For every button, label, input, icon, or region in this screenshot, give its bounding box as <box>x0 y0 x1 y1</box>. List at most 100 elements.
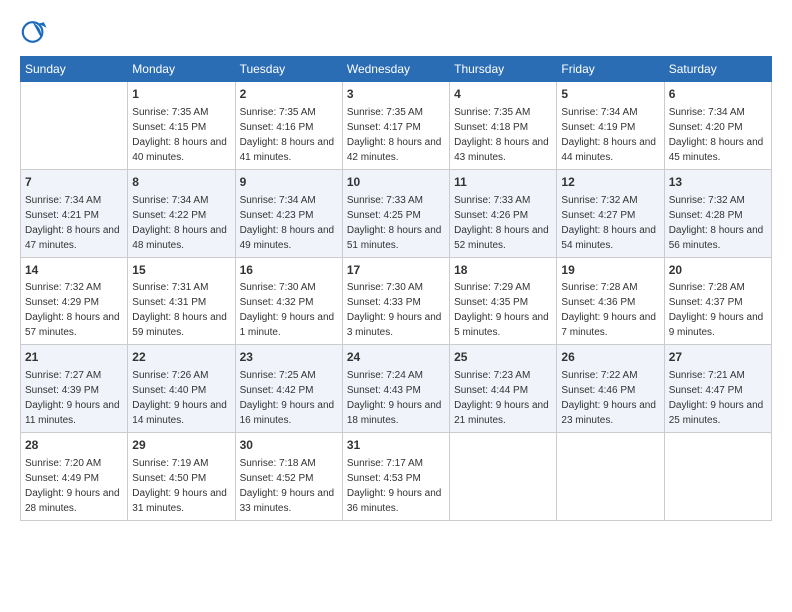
weekday-row: SundayMondayTuesdayWednesdayThursdayFrid… <box>21 57 772 82</box>
cell-sunset: Sunset: 4:29 PM <box>25 297 99 308</box>
calendar-cell: 23Sunrise: 7:25 AMSunset: 4:42 PMDayligh… <box>235 345 342 433</box>
cell-daylight: Daylight: 9 hours and 18 minutes. <box>347 400 442 426</box>
day-number: 5 <box>561 86 659 103</box>
day-number: 28 <box>25 437 123 454</box>
cell-daylight: Daylight: 8 hours and 59 minutes. <box>132 312 227 338</box>
cell-sunrise: Sunrise: 7:32 AM <box>561 195 637 206</box>
cell-daylight: Daylight: 9 hours and 16 minutes. <box>240 400 335 426</box>
cell-sunrise: Sunrise: 7:32 AM <box>25 282 101 293</box>
cell-sunset: Sunset: 4:27 PM <box>561 210 635 221</box>
day-number: 27 <box>669 349 767 366</box>
cell-sunset: Sunset: 4:21 PM <box>25 210 99 221</box>
calendar-cell <box>557 433 664 521</box>
cell-daylight: Daylight: 8 hours and 47 minutes. <box>25 225 120 251</box>
calendar-cell <box>21 82 128 170</box>
calendar-cell: 1Sunrise: 7:35 AMSunset: 4:15 PMDaylight… <box>128 82 235 170</box>
day-number: 21 <box>25 349 123 366</box>
calendar-cell: 6Sunrise: 7:34 AMSunset: 4:20 PMDaylight… <box>664 82 771 170</box>
cell-sunrise: Sunrise: 7:30 AM <box>347 282 423 293</box>
calendar-cell: 7Sunrise: 7:34 AMSunset: 4:21 PMDaylight… <box>21 169 128 257</box>
cell-daylight: Daylight: 8 hours and 56 minutes. <box>669 225 764 251</box>
cell-sunrise: Sunrise: 7:35 AM <box>132 107 208 118</box>
cell-sunrise: Sunrise: 7:28 AM <box>561 282 637 293</box>
cell-sunrise: Sunrise: 7:35 AM <box>347 107 423 118</box>
cell-sunset: Sunset: 4:42 PM <box>240 385 314 396</box>
cell-sunset: Sunset: 4:32 PM <box>240 297 314 308</box>
day-number: 4 <box>454 86 552 103</box>
cell-sunrise: Sunrise: 7:26 AM <box>132 370 208 381</box>
cell-daylight: Daylight: 9 hours and 36 minutes. <box>347 488 442 514</box>
cell-daylight: Daylight: 9 hours and 5 minutes. <box>454 312 549 338</box>
cell-daylight: Daylight: 9 hours and 7 minutes. <box>561 312 656 338</box>
cell-daylight: Daylight: 8 hours and 43 minutes. <box>454 137 549 163</box>
cell-sunrise: Sunrise: 7:28 AM <box>669 282 745 293</box>
page: SundayMondayTuesdayWednesdayThursdayFrid… <box>0 0 792 612</box>
cell-sunset: Sunset: 4:15 PM <box>132 122 206 133</box>
calendar-cell: 14Sunrise: 7:32 AMSunset: 4:29 PMDayligh… <box>21 257 128 345</box>
weekday-header: Friday <box>557 57 664 82</box>
cell-sunrise: Sunrise: 7:17 AM <box>347 458 423 469</box>
cell-sunset: Sunset: 4:23 PM <box>240 210 314 221</box>
calendar-cell: 10Sunrise: 7:33 AMSunset: 4:25 PMDayligh… <box>342 169 449 257</box>
day-number: 22 <box>132 349 230 366</box>
cell-sunrise: Sunrise: 7:21 AM <box>669 370 745 381</box>
weekday-header: Tuesday <box>235 57 342 82</box>
cell-sunrise: Sunrise: 7:23 AM <box>454 370 530 381</box>
cell-sunset: Sunset: 4:31 PM <box>132 297 206 308</box>
day-number: 23 <box>240 349 338 366</box>
cell-sunrise: Sunrise: 7:34 AM <box>669 107 745 118</box>
weekday-header: Thursday <box>450 57 557 82</box>
calendar-cell <box>450 433 557 521</box>
cell-daylight: Daylight: 8 hours and 54 minutes. <box>561 225 656 251</box>
day-number: 29 <box>132 437 230 454</box>
cell-sunset: Sunset: 4:52 PM <box>240 473 314 484</box>
cell-daylight: Daylight: 9 hours and 14 minutes. <box>132 400 227 426</box>
cell-sunrise: Sunrise: 7:34 AM <box>25 195 101 206</box>
cell-sunset: Sunset: 4:26 PM <box>454 210 528 221</box>
cell-sunset: Sunset: 4:46 PM <box>561 385 635 396</box>
cell-daylight: Daylight: 8 hours and 42 minutes. <box>347 137 442 163</box>
cell-sunrise: Sunrise: 7:35 AM <box>240 107 316 118</box>
cell-daylight: Daylight: 8 hours and 52 minutes. <box>454 225 549 251</box>
calendar-week-row: 14 Sunrise: 7:32 AM Sunset: 4:29 PM Dayligh… <box>21 257 772 345</box>
calendar-cell: 17Sunrise: 7:30 AMSunset: 4:33 PMDayligh… <box>342 257 449 345</box>
day-number: 19 <box>561 262 659 279</box>
day-number: 31 <box>347 437 445 454</box>
cell-sunrise: Sunrise: 7:34 AM <box>240 195 316 206</box>
cell-daylight: Daylight: 8 hours and 44 minutes. <box>561 137 656 163</box>
cell-daylight: Daylight: 9 hours and 28 minutes. <box>25 488 120 514</box>
header <box>20 18 772 46</box>
cell-sunrise: Sunrise: 7:27 AM <box>25 370 101 381</box>
calendar-cell: 15Sunrise: 7:31 AMSunset: 4:31 PMDayligh… <box>128 257 235 345</box>
calendar-cell: 19Sunrise: 7:28 AMSunset: 4:36 PMDayligh… <box>557 257 664 345</box>
cell-sunrise: Sunrise: 7:31 AM <box>132 282 208 293</box>
calendar-cell: 9Sunrise: 7:34 AMSunset: 4:23 PMDaylight… <box>235 169 342 257</box>
calendar-week-row: 28Sunrise: 7:20 AMSunset: 4:49 PMDayligh… <box>21 433 772 521</box>
cell-sunrise: Sunrise: 7:20 AM <box>25 458 101 469</box>
day-number: 20 <box>669 262 767 279</box>
calendar-header: SundayMondayTuesdayWednesdayThursdayFrid… <box>21 57 772 82</box>
cell-sunrise: Sunrise: 7:19 AM <box>132 458 208 469</box>
calendar-cell: 5Sunrise: 7:34 AMSunset: 4:19 PMDaylight… <box>557 82 664 170</box>
calendar-week-row: 7Sunrise: 7:34 AMSunset: 4:21 PMDaylight… <box>21 169 772 257</box>
calendar-cell: 24Sunrise: 7:24 AMSunset: 4:43 PMDayligh… <box>342 345 449 433</box>
calendar-cell: 25Sunrise: 7:23 AMSunset: 4:44 PMDayligh… <box>450 345 557 433</box>
cell-sunset: Sunset: 4:39 PM <box>25 385 99 396</box>
cell-sunset: Sunset: 4:17 PM <box>347 122 421 133</box>
cell-sunrise: Sunrise: 7:18 AM <box>240 458 316 469</box>
day-number: 13 <box>669 174 767 191</box>
logo-icon <box>20 18 48 46</box>
calendar-cell: 13Sunrise: 7:32 AMSunset: 4:28 PMDayligh… <box>664 169 771 257</box>
cell-daylight: Daylight: 9 hours and 21 minutes. <box>454 400 549 426</box>
calendar-cell: 29Sunrise: 7:19 AMSunset: 4:50 PMDayligh… <box>128 433 235 521</box>
calendar-cell: 18Sunrise: 7:29 AMSunset: 4:35 PMDayligh… <box>450 257 557 345</box>
calendar-cell: 3Sunrise: 7:35 AMSunset: 4:17 PMDaylight… <box>342 82 449 170</box>
cell-sunrise: Sunrise: 7:33 AM <box>347 195 423 206</box>
cell-daylight: Daylight: 9 hours and 11 minutes. <box>25 400 120 426</box>
cell-daylight: Daylight: 9 hours and 31 minutes. <box>132 488 227 514</box>
calendar-cell: 20Sunrise: 7:28 AMSunset: 4:37 PMDayligh… <box>664 257 771 345</box>
cell-daylight: Daylight: 8 hours and 49 minutes. <box>240 225 335 251</box>
cell-sunset: Sunset: 4:53 PM <box>347 473 421 484</box>
day-number: 14 <box>25 262 123 279</box>
cell-sunrise: Sunrise: 7:32 AM <box>669 195 745 206</box>
